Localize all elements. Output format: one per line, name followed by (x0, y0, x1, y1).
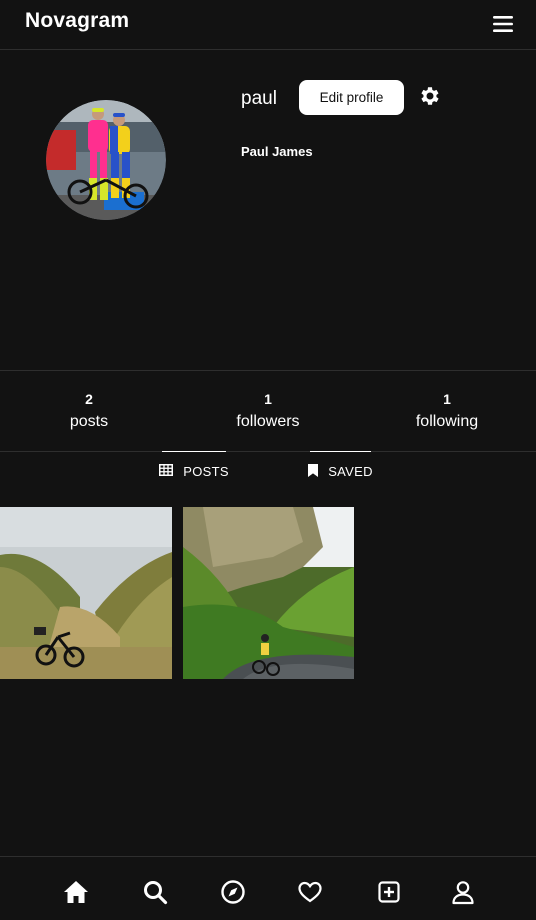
stat-following-label: following (415, 413, 479, 430)
tab-saved-label: SAVED (328, 464, 373, 479)
hamburger-menu-icon[interactable] (492, 14, 514, 34)
post-thumbnail-1[interactable] (0, 507, 172, 679)
search-icon[interactable] (142, 879, 168, 905)
home-icon[interactable] (63, 879, 89, 905)
stat-following-count: 1 (443, 391, 451, 407)
stat-followers[interactable]: 1 followers (208, 391, 328, 431)
stat-posts-label: posts (69, 413, 109, 430)
brand-logo[interactable]: Novagram (25, 9, 129, 33)
add-post-icon[interactable] (376, 879, 402, 905)
profile-icon[interactable] (450, 879, 476, 905)
stat-followers-label: followers (236, 413, 300, 430)
bookmark-icon (308, 463, 319, 480)
grid-icon (159, 464, 174, 479)
profile-stats: 2 posts 1 followers 1 following (0, 370, 536, 452)
stat-posts-count: 2 (85, 391, 93, 407)
top-bar: Novagram (0, 0, 536, 50)
heart-icon[interactable] (297, 879, 323, 905)
profile-full-name: Paul James (241, 144, 313, 159)
stat-posts[interactable]: 2 posts (29, 391, 149, 431)
post-thumbnail-2[interactable] (183, 507, 354, 679)
bottom-navigation (0, 856, 536, 920)
stat-followers-count: 1 (264, 391, 272, 407)
settings-gear-icon[interactable] (418, 84, 442, 108)
edit-profile-button[interactable]: Edit profile (299, 80, 404, 115)
explore-compass-icon[interactable] (220, 879, 246, 905)
avatar (46, 100, 166, 220)
stat-following[interactable]: 1 following (387, 391, 507, 431)
tab-posts-label: POSTS (183, 464, 229, 479)
tab-saved[interactable]: SAVED (308, 451, 373, 491)
app-root: Novagram paul Edit profile Paul James 2 … (0, 0, 536, 920)
profile-username: paul (241, 88, 277, 109)
tab-posts[interactable]: POSTS (159, 451, 229, 491)
